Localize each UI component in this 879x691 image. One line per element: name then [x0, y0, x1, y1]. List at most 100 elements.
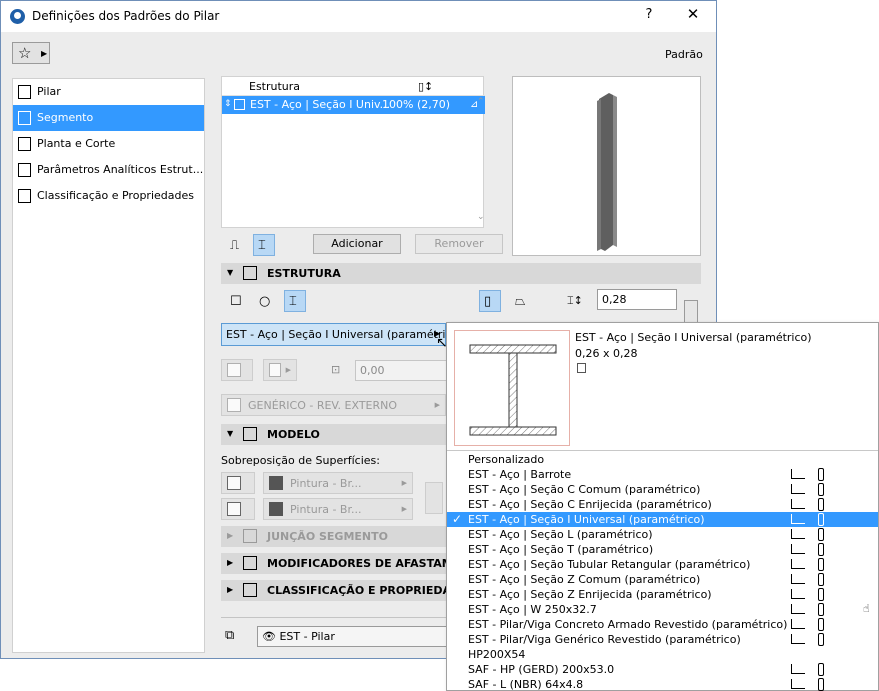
nav-item-pilar[interactable]: Pilar [13, 79, 204, 105]
column-usage-icon [818, 528, 824, 541]
column-usage-icon [818, 513, 824, 526]
section-estrutura[interactable]: ▼ ESTRUTURA [221, 263, 701, 284]
arrow-right-icon: ▶ [41, 49, 48, 58]
collapse-icon: ▼ [227, 268, 234, 277]
straight-profile-toggle[interactable]: ▯ [479, 290, 501, 312]
column-header-size: ▯↕ [418, 80, 434, 93]
scroll-up-icon[interactable]: ⌃ [477, 97, 485, 107]
beam-usage-icon [791, 529, 805, 539]
profile-list-item-label: EST - Pilar/Viga Concreto Armado Revesti… [468, 618, 788, 631]
nav-item-parametros-analiticos[interactable]: Parâmetros Analíticos Estrut... [13, 157, 204, 183]
section-title: MODELO [267, 428, 320, 441]
anchor-point-icon [227, 363, 241, 377]
profile-dropdown[interactable]: EST - Aço | Seção I Universal (paramétri… [221, 323, 456, 346]
3d-preview [512, 76, 701, 256]
nav-item-planta-corte[interactable]: Planta e Corte [13, 131, 204, 157]
profile-list-item[interactable]: EST - Aço | Seção Z Enrijecida (paramétr… [447, 587, 878, 602]
anchor-button[interactable] [221, 359, 253, 381]
profile-list-item-label: EST - Aço | Seção Tubular Retangular (pa… [468, 558, 751, 571]
column-icon [18, 85, 31, 99]
nav-item-label: Classificação e Propriedades [37, 189, 194, 202]
drag-handle-icon[interactable]: ⇕ [224, 99, 232, 109]
profile-list-item[interactable]: SAF - L (NBR) 64x4.8 [447, 677, 878, 691]
expand-icon: ▶ [227, 558, 234, 567]
column-3d-preview-icon [597, 93, 617, 251]
segment-list[interactable]: Estrutura ▯↕ ⇕ EST - Aço | Seção I Univ.… [221, 76, 485, 228]
profile-list-item[interactable]: HP200X54 [447, 647, 878, 662]
profile-list-item[interactable]: Personalizado [447, 452, 878, 467]
checkmark-icon: ✓ [452, 512, 463, 526]
i-beam-icon [234, 99, 245, 110]
profile-list-item-label: EST - Aço | Seção I Universal (paramétri… [468, 513, 705, 526]
scroll-down-icon[interactable]: ⌄ [477, 212, 485, 222]
straight-segment-toggle[interactable]: ⎍ [225, 234, 247, 256]
straight-column-icon: ⎍ [230, 238, 240, 253]
profile-list-item[interactable]: EST - Aço | Barrote [447, 467, 878, 482]
title-bar: Definições dos Padrões do Pilar ? ✕ [1, 1, 716, 32]
override-side-toggle[interactable] [221, 498, 255, 520]
profile-list-item[interactable]: EST - Aço | Seção T (paramétrico) [447, 542, 878, 557]
model-cylinder-icon [243, 427, 257, 441]
profile-list-item[interactable]: EST - Aço | Seção C Enrijecida (paramétr… [447, 497, 878, 512]
column-usage-icon [818, 543, 824, 556]
collapse-icon: ▼ [227, 429, 234, 438]
profile-list-item[interactable]: ✓ EST - Aço | Seção I Universal (paramétr… [447, 512, 878, 527]
steel-segment-toggle[interactable]: ⌶ [253, 234, 275, 256]
profile-list-item[interactable]: EST - Aço | Seção L (paramétrico) [447, 527, 878, 542]
column-usage-icon [818, 678, 824, 691]
beam-usage-icon [791, 544, 805, 554]
segment-icon [18, 111, 31, 125]
preview-profile-dims: 0,26 x 0,28 [575, 347, 638, 360]
rectangle-icon: ▯ [484, 294, 492, 309]
tapered-profile-toggle[interactable]: ⏢ [510, 290, 532, 312]
profile-list-item-label: EST - Aço | Seção C Enrijecida (paramétr… [468, 498, 712, 511]
column-usage-icon [818, 618, 824, 631]
favorites-button[interactable]: ☆ ▶ [12, 42, 50, 64]
beam-usage-icon [791, 634, 805, 644]
close-button[interactable]: ✕ [684, 5, 702, 23]
width-icon: ⌶↕ [567, 294, 583, 307]
prism-icon [227, 476, 241, 490]
override-top-toggle[interactable] [221, 472, 255, 494]
width-field[interactable]: 0,28 [597, 289, 677, 310]
profile-shape-toggle[interactable]: ⌶ [284, 290, 306, 312]
column-usage-icon [818, 573, 824, 586]
paint-dropdown-2[interactable]: Pintura - Br... ▶ [263, 498, 413, 520]
i-beam-section-icon [469, 344, 557, 436]
nav-item-classificacao[interactable]: Classificação e Propriedades [13, 183, 204, 209]
material-swatch-icon [269, 502, 283, 516]
circle-icon: ○ [259, 294, 271, 309]
layer-dropdown-value: EST - Pilar [279, 630, 335, 643]
profile-list-item[interactable]: EST - Pilar/Viga Genérico Revestido (par… [447, 632, 878, 647]
profile-list-item[interactable]: EST - Pilar/Viga Concreto Armado Revesti… [447, 617, 878, 632]
add-button[interactable]: Adicionar [313, 234, 401, 254]
segment-row[interactable]: ⇕ EST - Aço | Seção I Univ... 100% (2,70… [222, 96, 485, 114]
classification-icon [18, 189, 31, 203]
prism-icon [227, 502, 241, 516]
segment-list-header: Estrutura ▯↕ [222, 77, 485, 96]
rectangular-shape-toggle[interactable]: ☐ [225, 290, 247, 312]
paint-dropdown-1[interactable]: Pintura - Br... ▶ [263, 472, 413, 494]
profile-list-item-label: EST - Pilar/Viga Genérico Revestido (par… [468, 633, 741, 646]
column-usage-icon [818, 633, 824, 646]
surface-dropdown[interactable]: GENÉRICO - REV. EXTERNO ▶ [221, 394, 446, 416]
remove-button[interactable]: Remover [415, 234, 503, 254]
profile-list-item[interactable]: EST - Aço | Seção C Comum (paramétrico) [447, 482, 878, 497]
profile-list-item-label: SAF - HP (GERD) 200x53.0 [468, 663, 615, 676]
offset-field[interactable]: 0,00 [355, 360, 447, 381]
link-chain-toggle[interactable] [684, 300, 698, 324]
profile-list-item-label: Personalizado [468, 453, 545, 466]
rotation-dropdown[interactable]: ▶ [263, 359, 297, 381]
profile-list-item[interactable]: EST - Aço | W 250x32.7 [447, 602, 878, 617]
help-button[interactable]: ? [641, 7, 657, 22]
profile-list-item[interactable]: EST - Aço | Seção Z Comum (paramétrico) [447, 572, 878, 587]
link-surfaces-toggle[interactable] [425, 482, 443, 514]
profile-list-item-label: SAF - L (NBR) 64x4.8 [468, 678, 584, 691]
beam-usage-icon [791, 514, 805, 524]
circular-shape-toggle[interactable]: ○ [254, 290, 276, 312]
layer-dropdown[interactable]: 👁 EST - Pilar [257, 626, 457, 647]
section-title: JUNÇÃO SEGMENTO [267, 530, 388, 543]
profile-list-item[interactable]: SAF - HP (GERD) 200x53.0 [447, 662, 878, 677]
nav-item-segmento[interactable]: Segmento [13, 105, 204, 131]
profile-list-item[interactable]: EST - Aço | Seção Tubular Retangular (pa… [447, 557, 878, 572]
